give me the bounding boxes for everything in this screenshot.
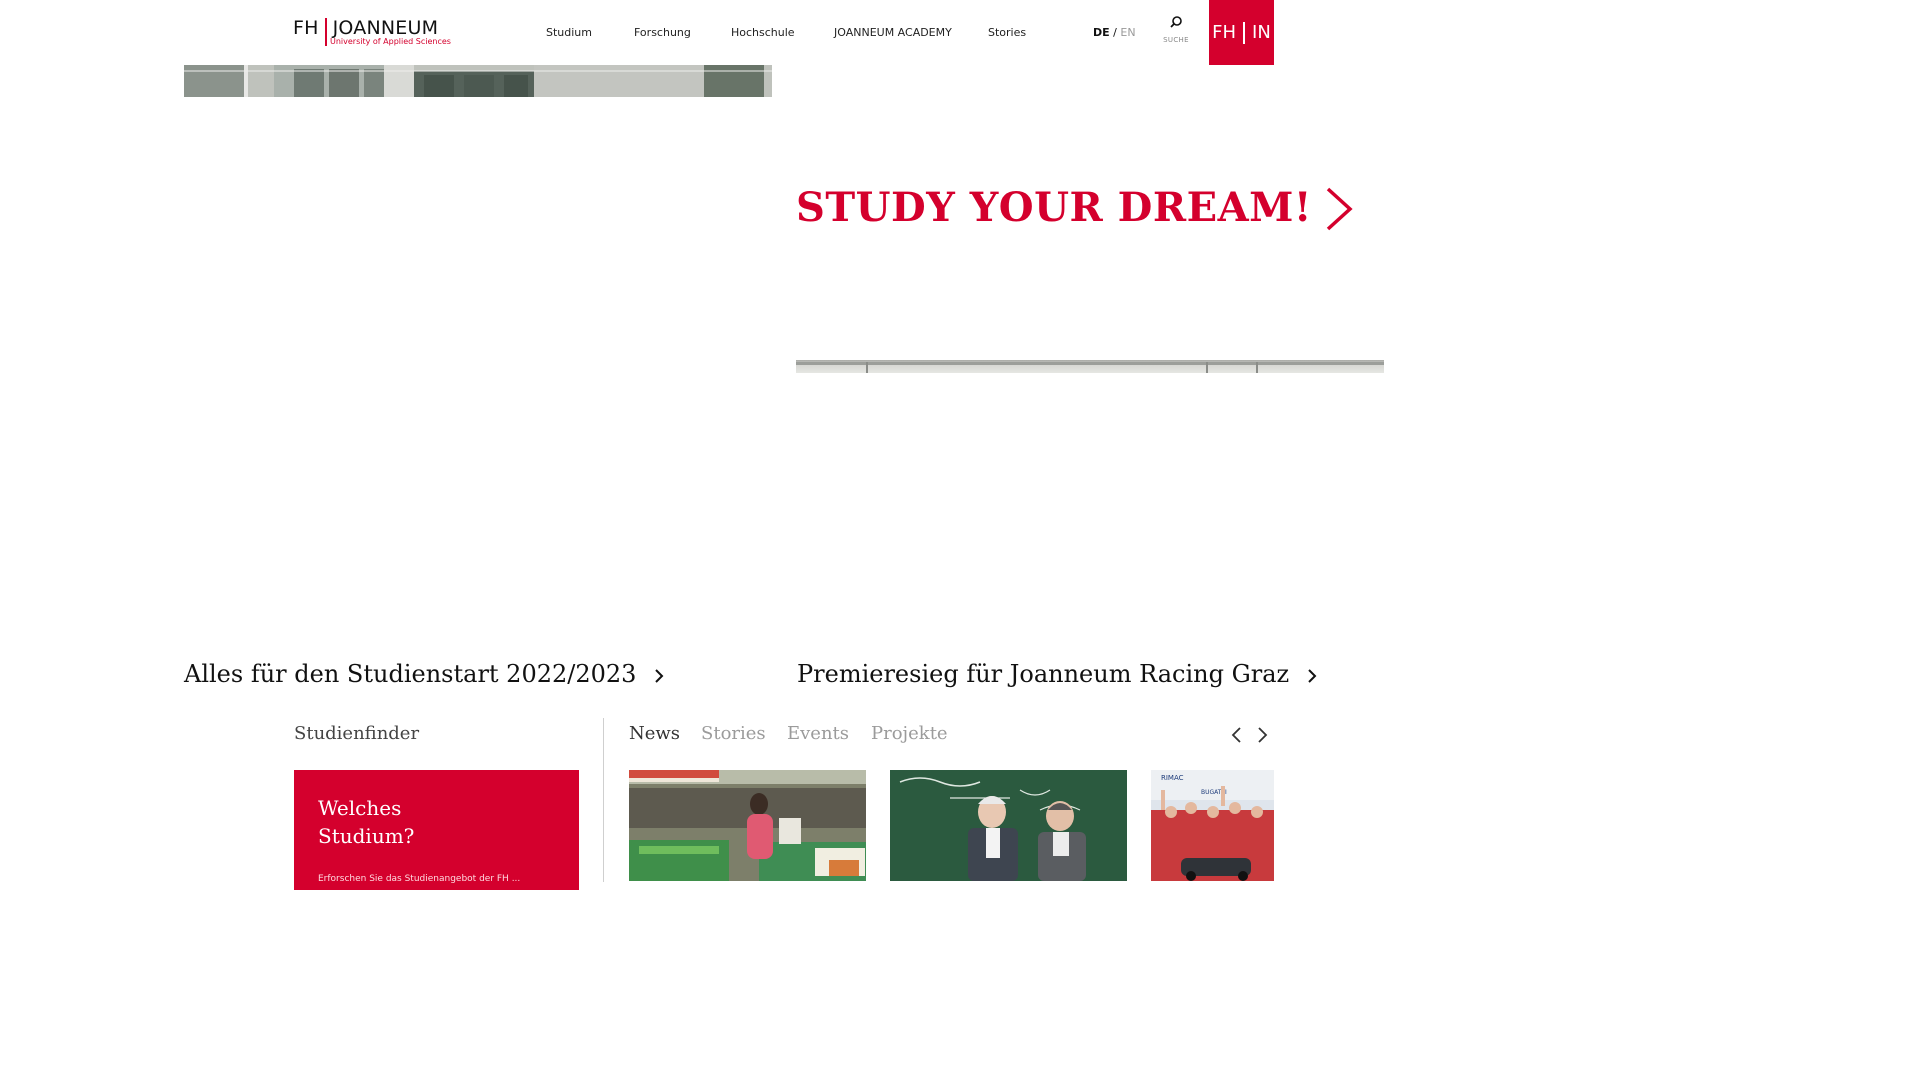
teaser-joanneum-racing[interactable]: Premieresieg für Joanneum Racing Graz: [797, 660, 1317, 688]
fhin-right: IN: [1252, 22, 1271, 43]
studienfinder-card[interactable]: Welches Studium? Erforschen Sie das Stud…: [294, 770, 579, 890]
news-image-chalkboard[interactable]: [890, 770, 1127, 881]
carousel-next-button[interactable]: [1255, 726, 1269, 744]
chevron-right-icon: [1326, 187, 1353, 231]
lang-de[interactable]: DE: [1093, 26, 1110, 39]
search-button[interactable]: SUCHE: [1160, 14, 1192, 44]
fh-intern-button[interactable]: FH IN: [1209, 0, 1274, 65]
fhin-separator: [1243, 21, 1246, 44]
lang-separator: /: [1113, 26, 1117, 39]
hero-next-button[interactable]: [1322, 186, 1356, 236]
chevron-right-icon: [655, 668, 664, 683]
search-label: SUCHE: [1163, 36, 1189, 44]
svg-text:RIMAC: RIMAC: [1161, 774, 1184, 782]
news-image-market[interactable]: [629, 770, 866, 881]
lang-en[interactable]: EN: [1120, 26, 1135, 39]
logo-separator: [324, 18, 327, 46]
campus-image: [796, 360, 1384, 373]
logo-subtitle: University of Applied Sciences: [330, 37, 451, 46]
tab-projekte[interactable]: Projekte: [871, 723, 948, 744]
hero-title[interactable]: STUDY YOUR DREAM!: [796, 184, 1312, 231]
studienfinder-card-heading: Welches Studium?: [318, 796, 415, 848]
tab-events[interactable]: Events: [787, 723, 849, 744]
chevron-right-icon: [1308, 668, 1317, 683]
section-divider: [603, 718, 604, 882]
language-switcher: DE / EN: [1093, 26, 1136, 39]
carousel-prev-button[interactable]: [1230, 726, 1244, 744]
search-icon: [1170, 16, 1182, 28]
teaser-studienstart[interactable]: Alles für den Studienstart 2022/2023: [184, 660, 664, 688]
nav-studium[interactable]: Studium: [546, 26, 592, 39]
chevron-right-icon: [1258, 727, 1268, 743]
logo-joanneum: JOANNEUM: [332, 17, 439, 39]
tab-stories[interactable]: Stories: [701, 723, 766, 744]
news-image-racing-team[interactable]: RIMAC BUGATTI: [1151, 770, 1274, 881]
nav-forschung[interactable]: Forschung: [634, 26, 691, 39]
fh-joanneum-logo[interactable]: FH JOANNEUM University of Applied Scienc…: [293, 14, 451, 46]
site-header: FH JOANNEUM University of Applied Scienc…: [0, 0, 1568, 65]
nav-stories[interactable]: Stories: [988, 26, 1026, 39]
tab-news[interactable]: News: [629, 723, 680, 744]
chevron-left-icon: [1231, 727, 1241, 743]
logo-fh: FH: [293, 17, 319, 39]
nav-hochschule[interactable]: Hochschule: [731, 26, 795, 39]
fhin-left: FH: [1212, 22, 1237, 43]
studienfinder-heading: Studienfinder: [294, 723, 420, 744]
teaser-label: Alles für den Studienstart 2022/2023: [184, 660, 637, 688]
studienfinder-card-text: Erforschen Sie das Studienangebot der FH…: [318, 874, 521, 884]
nav-joanneum-academy[interactable]: JOANNEUM ACADEMY: [834, 26, 952, 39]
teaser-label: Premieresieg für Joanneum Racing Graz: [797, 660, 1290, 688]
building-image: [184, 65, 772, 97]
